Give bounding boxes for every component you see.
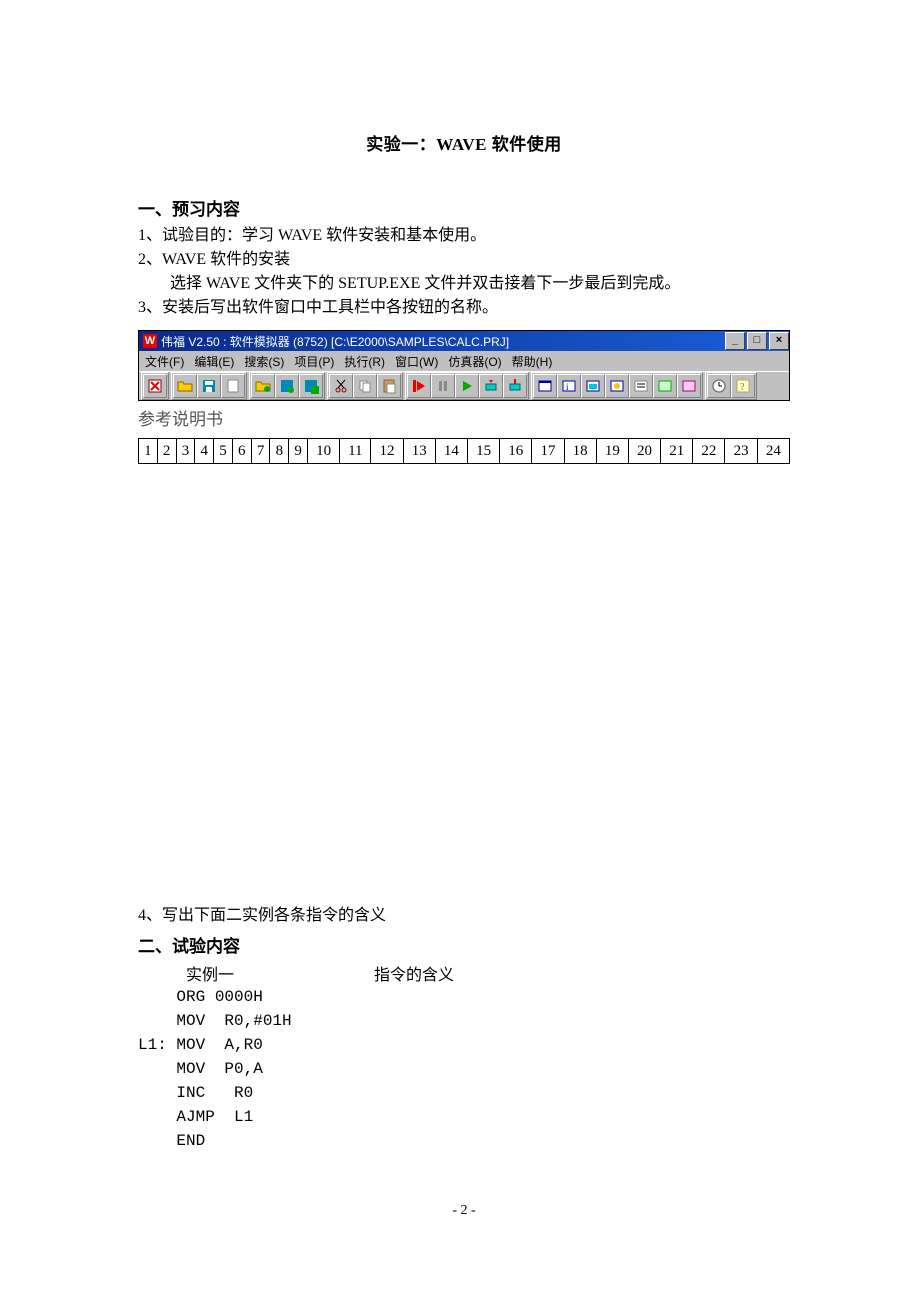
para-toolbar-names: 3、安装后写出软件窗口中工具栏中各按钮的名称。 [138, 296, 790, 320]
num-cell: 8 [270, 439, 289, 464]
save-icon[interactable] [197, 374, 221, 398]
open-icon[interactable] [173, 374, 197, 398]
open-project-icon[interactable] [251, 374, 275, 398]
num-cell: 2 [157, 439, 176, 464]
window5-icon[interactable] [629, 374, 653, 398]
num-cell: 13 [403, 439, 435, 464]
pause-icon[interactable] [431, 374, 455, 398]
para-instr-meaning: 4、写出下面二实例各条指令的含义 [138, 904, 790, 928]
window2-icon[interactable]: i [557, 374, 581, 398]
num-cell: 6 [232, 439, 251, 464]
window3-icon[interactable] [581, 374, 605, 398]
window4-icon[interactable] [605, 374, 629, 398]
maximize-button[interactable]: □ [747, 332, 767, 350]
cut-icon[interactable] [329, 374, 353, 398]
num-cell: 5 [214, 439, 233, 464]
exit-icon[interactable] [143, 374, 167, 398]
num-cell: 12 [371, 439, 403, 464]
menu-simulator[interactable]: 仿真器(O) [448, 353, 501, 370]
num-cell: 24 [757, 439, 789, 464]
window6-icon[interactable] [653, 374, 677, 398]
num-cell: 16 [500, 439, 532, 464]
reset-icon[interactable] [407, 374, 431, 398]
toolbar: i ? [139, 371, 789, 400]
para-objective: 1、试验目的：学习 WAVE 软件安装和基本使用。 [138, 224, 790, 248]
save-project-icon[interactable] [275, 374, 299, 398]
num-cell: 11 [340, 439, 371, 464]
num-cell: 1 [139, 439, 158, 464]
window1-icon[interactable] [533, 374, 557, 398]
clock-icon[interactable] [707, 374, 731, 398]
app-logo-icon: W [143, 334, 157, 348]
number-table: 123456789101112131415161718192021222324 [138, 438, 790, 464]
num-cell: 15 [467, 439, 499, 464]
num-cell: 18 [564, 439, 596, 464]
para-install-detail: 选择 WAVE 文件夹下的 SETUP.EXE 文件并双击接着下一步最后到完成。 [138, 272, 790, 296]
menu-search[interactable]: 搜索(S) [244, 353, 284, 370]
code-block: ORG 0000H MOV R0,#01H L1: MOV A,R0 MOV P… [138, 985, 790, 1153]
para-install-head: 2、WAVE 软件的安装 [138, 248, 790, 272]
num-cell: 10 [308, 439, 340, 464]
instruction-meaning-head: 指令的含义 [374, 961, 454, 985]
titlebar: W 伟福 V2.50 : 软件模拟器 (8752) [C:\E2000\SAMP… [139, 331, 789, 351]
window-title: 伟福 V2.50 : 软件模拟器 (8752) [C:\E2000\SAMPLE… [161, 333, 723, 350]
page-title: 实验一：WAVE 软件使用 [138, 130, 790, 155]
num-cell: 14 [435, 439, 467, 464]
num-cell: 20 [628, 439, 660, 464]
copy-icon[interactable] [353, 374, 377, 398]
num-cell: 21 [661, 439, 693, 464]
app-window: W 伟福 V2.50 : 软件模拟器 (8752) [C:\E2000\SAMP… [138, 330, 790, 401]
close-button[interactable]: × [769, 332, 789, 350]
num-cell: 4 [195, 439, 214, 464]
svg-text:?: ? [740, 382, 745, 393]
menu-help[interactable]: 帮助(H) [512, 353, 553, 370]
num-cell: 3 [176, 439, 195, 464]
menu-file[interactable]: 文件(F) [145, 353, 184, 370]
compile-icon[interactable] [299, 374, 323, 398]
num-cell: 19 [596, 439, 628, 464]
num-cell: 7 [251, 439, 270, 464]
reference-note: 参考说明书 [138, 405, 790, 430]
menubar: 文件(F) 编辑(E) 搜索(S) 项目(P) 执行(R) 窗口(W) 仿真器(… [139, 351, 789, 371]
num-cell: 9 [289, 439, 308, 464]
paste-icon[interactable] [377, 374, 401, 398]
run-icon[interactable] [455, 374, 479, 398]
num-cell: 22 [693, 439, 725, 464]
help-icon[interactable]: ? [731, 374, 755, 398]
menu-edit[interactable]: 编辑(E) [194, 353, 234, 370]
menu-run[interactable]: 执行(R) [344, 353, 385, 370]
page-number: - 2 - [138, 1203, 790, 1219]
window7-icon[interactable] [677, 374, 701, 398]
new-icon[interactable] [221, 374, 245, 398]
stepover-icon[interactable] [479, 374, 503, 398]
section2-heading: 二、试验内容 [138, 932, 790, 957]
num-cell: 17 [532, 439, 564, 464]
example1-label: 实例一 [186, 961, 234, 985]
menu-project[interactable]: 项目(P) [294, 353, 334, 370]
section1-heading: 一、预习内容 [138, 195, 790, 220]
stepin-icon[interactable] [503, 374, 527, 398]
num-cell: 23 [725, 439, 757, 464]
menu-window[interactable]: 窗口(W) [395, 353, 438, 370]
minimize-button[interactable]: _ [725, 332, 745, 350]
